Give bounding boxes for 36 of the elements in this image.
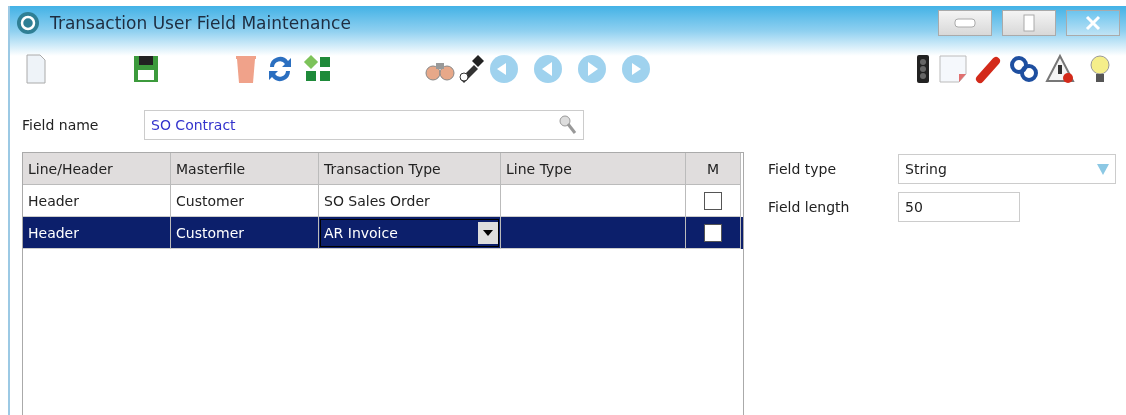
checkbox[interactable]	[704, 191, 722, 210]
grid-row[interactable]: Header Customer AR Invoice	[23, 217, 743, 249]
chain-icon[interactable]	[1008, 53, 1040, 85]
field-type-dropdown[interactable]: String	[898, 154, 1116, 184]
transaction-type-dropdown[interactable]: AR Invoice	[320, 218, 499, 247]
column-header[interactable]: Masterfile	[171, 153, 319, 185]
minimize-icon	[954, 18, 976, 28]
close-button[interactable]	[1066, 10, 1120, 36]
maximize-button[interactable]	[1002, 10, 1056, 36]
app-logo-icon	[16, 11, 40, 35]
grid-row[interactable]: Header Customer SO Sales Order	[23, 185, 743, 217]
window-title: Transaction User Field Maintenance	[50, 13, 351, 33]
column-header[interactable]: Line Type	[501, 153, 686, 185]
checkbox[interactable]	[704, 223, 722, 242]
dropdown-arrow-icon	[1097, 163, 1109, 175]
lightbulb-icon[interactable]	[1088, 53, 1112, 85]
field-name-field[interactable]: SO Contract	[144, 110, 584, 140]
column-header[interactable]: M	[686, 153, 741, 185]
note-icon[interactable]	[938, 53, 970, 85]
column-header[interactable]: Transaction Type	[319, 153, 501, 185]
dropdown-arrow-icon	[483, 229, 493, 236]
field-length-field[interactable]: 50	[898, 192, 1020, 222]
table-cell: Customer	[171, 217, 319, 249]
column-header[interactable]: Line/Header	[23, 153, 171, 185]
warning-icon[interactable]	[1044, 53, 1076, 85]
save-icon[interactable]	[132, 53, 160, 85]
flashlight-icon[interactable]	[456, 53, 484, 85]
minimize-button[interactable]	[938, 10, 992, 36]
traffic-light-icon[interactable]	[916, 53, 930, 85]
field-type-label: Field type	[768, 161, 838, 177]
table-cell: Header	[23, 217, 171, 249]
field-length-label: Field length	[768, 199, 851, 215]
maximize-icon	[1023, 14, 1035, 32]
search-icon	[559, 115, 577, 135]
close-icon	[1085, 15, 1101, 31]
field-name-label: Field name	[22, 117, 100, 133]
